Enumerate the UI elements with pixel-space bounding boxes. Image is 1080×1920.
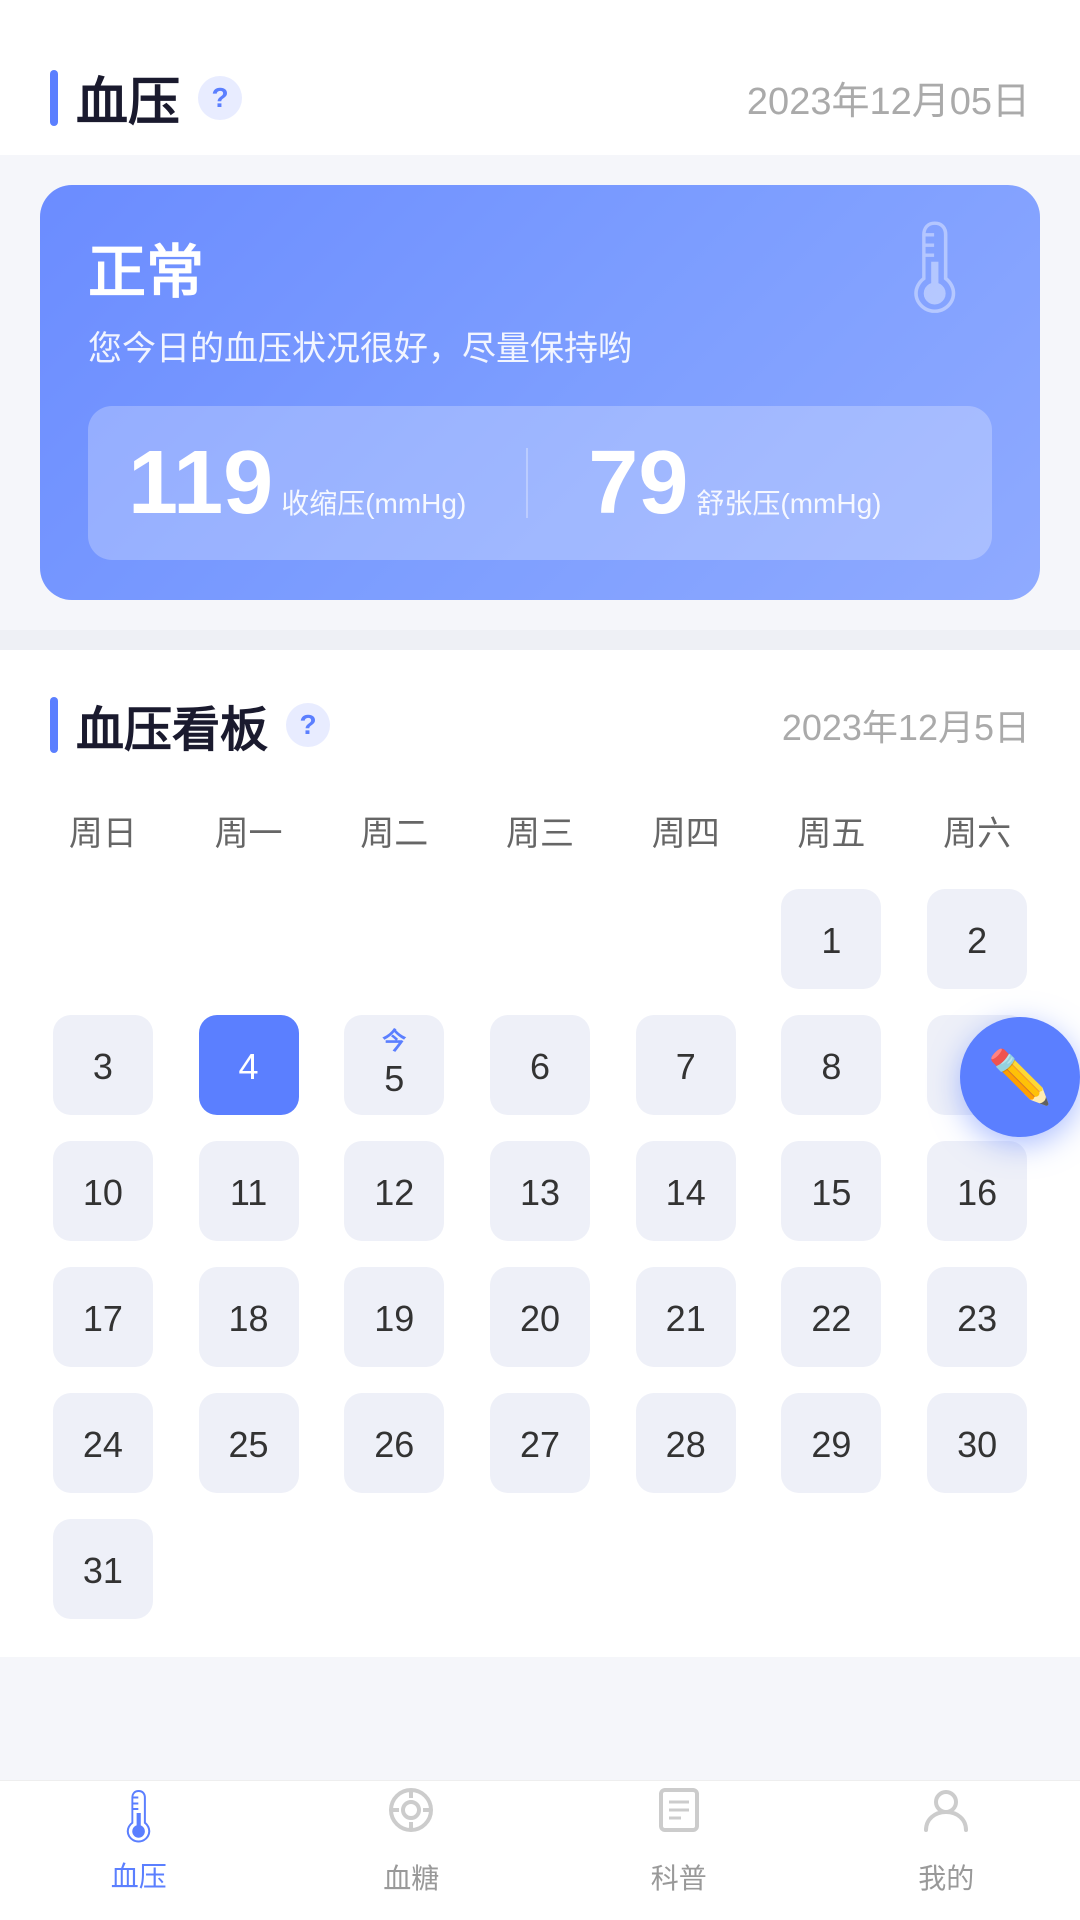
dashboard-help-icon[interactable]: ? bbox=[286, 703, 330, 747]
weekday-mon: 周一 bbox=[176, 790, 322, 871]
cal-day-14[interactable]: 14 bbox=[613, 1133, 759, 1259]
nav-label-bp: 血压 bbox=[111, 1855, 167, 1895]
cal-day-empty bbox=[613, 881, 759, 1007]
cal-day-empty bbox=[176, 881, 322, 1007]
bp-summary-card: 正常 您今日的血压状况很好，尽量保持哟 🌡 119 收缩压(mmHg) 79 舒… bbox=[40, 185, 1040, 600]
systolic-value: 119 收缩压(mmHg) bbox=[128, 438, 466, 528]
cal-day-4[interactable]: 4 bbox=[176, 1007, 322, 1133]
section-separator bbox=[0, 630, 1080, 650]
dashboard-accent-bar bbox=[50, 697, 58, 753]
weekday-wed: 周三 bbox=[467, 790, 613, 871]
bp-status-section: 正常 您今日的血压状况很好，尽量保持哟 bbox=[88, 225, 632, 370]
nav-label-glucose: 血糖 bbox=[383, 1857, 439, 1897]
diastolic-label: 舒张压(mmHg) bbox=[696, 482, 881, 522]
cal-day-30[interactable]: 30 bbox=[904, 1385, 1050, 1511]
cal-day-13[interactable]: 13 bbox=[467, 1133, 613, 1259]
calendar-week-3: 10 11 12 13 14 15 16 bbox=[30, 1133, 1050, 1259]
cal-day-8[interactable]: 8 bbox=[759, 1007, 905, 1133]
cal-day-23[interactable]: 23 bbox=[904, 1259, 1050, 1385]
cal-day-empty bbox=[904, 1511, 1050, 1637]
diastolic-number: 79 bbox=[588, 438, 688, 528]
systolic-label: 收缩压(mmHg) bbox=[281, 482, 466, 522]
bp-nav-icon: 🌡 bbox=[106, 1786, 172, 1847]
bottom-navigation: 🌡 血压 血糖 科普 bbox=[0, 1780, 1080, 1920]
fab-add-button[interactable]: ✏️ bbox=[960, 1017, 1080, 1137]
help-icon[interactable]: ? bbox=[198, 76, 242, 120]
weekday-sun: 周日 bbox=[30, 790, 176, 871]
cal-day-20[interactable]: 20 bbox=[467, 1259, 613, 1385]
diastolic-value: 79 舒张压(mmHg) bbox=[588, 438, 881, 528]
cal-day-empty bbox=[30, 881, 176, 1007]
weekday-sat: 周六 bbox=[904, 790, 1050, 871]
nav-item-profile[interactable]: 我的 bbox=[918, 1784, 974, 1897]
header-left: 血压 ? bbox=[50, 60, 242, 135]
cal-day-25[interactable]: 25 bbox=[176, 1385, 322, 1511]
cal-day-29[interactable]: 29 bbox=[759, 1385, 905, 1511]
cal-day-24[interactable]: 24 bbox=[30, 1385, 176, 1511]
cal-day-16[interactable]: 16 bbox=[904, 1133, 1050, 1259]
weekday-tue: 周二 bbox=[321, 790, 467, 871]
cal-day-10[interactable]: 10 bbox=[30, 1133, 176, 1259]
cal-day-empty bbox=[467, 881, 613, 1007]
cal-day-empty bbox=[321, 881, 467, 1007]
cal-day-12[interactable]: 12 bbox=[321, 1133, 467, 1259]
cal-day-22[interactable]: 22 bbox=[759, 1259, 905, 1385]
cal-day-17[interactable]: 17 bbox=[30, 1259, 176, 1385]
weekday-header: 周日 周一 周二 周三 周四 周五 周六 bbox=[30, 790, 1050, 871]
cal-day-empty bbox=[613, 1511, 759, 1637]
nav-item-glucose[interactable]: 血糖 bbox=[383, 1784, 439, 1897]
systolic-number: 119 bbox=[128, 438, 273, 528]
bp-values-divider bbox=[526, 448, 528, 518]
accent-bar bbox=[50, 70, 58, 126]
thermometer-icon: 🌡 bbox=[878, 215, 992, 320]
bp-values-box: 119 收缩压(mmHg) 79 舒张压(mmHg) bbox=[88, 406, 992, 560]
calendar-week-1: 1 2 bbox=[30, 881, 1050, 1007]
nav-label-science: 科普 bbox=[651, 1857, 707, 1897]
weekday-thu: 周四 bbox=[613, 790, 759, 871]
nav-item-bp[interactable]: 🌡 血压 bbox=[106, 1786, 172, 1895]
cal-day-27[interactable]: 27 bbox=[467, 1385, 613, 1511]
dashboard-date: 2023年12月5日 bbox=[782, 699, 1030, 751]
nav-item-science[interactable]: 科普 bbox=[651, 1784, 707, 1897]
cal-day-empty bbox=[176, 1511, 322, 1637]
science-nav-icon bbox=[653, 1784, 705, 1849]
dashboard-header: 血压看板 ? 2023年12月5日 bbox=[0, 650, 1080, 780]
cal-day-26[interactable]: 26 bbox=[321, 1385, 467, 1511]
bp-card-top: 正常 您今日的血压状况很好，尽量保持哟 🌡 bbox=[88, 225, 992, 370]
calendar-week-5: 24 25 26 27 28 29 30 bbox=[30, 1385, 1050, 1511]
cal-day-11[interactable]: 11 bbox=[176, 1133, 322, 1259]
cal-day-28[interactable]: 28 bbox=[613, 1385, 759, 1511]
bp-status-label: 正常 bbox=[88, 225, 632, 309]
cal-day-15[interactable]: 15 bbox=[759, 1133, 905, 1259]
page-title: 血压 bbox=[76, 60, 180, 135]
calendar-week-6: 31 bbox=[30, 1511, 1050, 1637]
profile-nav-icon bbox=[920, 1784, 972, 1849]
cal-day-19[interactable]: 19 bbox=[321, 1259, 467, 1385]
cal-day-18[interactable]: 18 bbox=[176, 1259, 322, 1385]
cal-day-empty bbox=[759, 1511, 905, 1637]
page-header: 血压 ? 2023年12月05日 bbox=[0, 0, 1080, 155]
cal-day-6[interactable]: 6 bbox=[467, 1007, 613, 1133]
dashboard-title: 血压看板 bbox=[76, 690, 268, 760]
nav-label-profile: 我的 bbox=[918, 1857, 974, 1897]
cal-day-2[interactable]: 2 bbox=[904, 881, 1050, 1007]
dashboard-left: 血压看板 ? bbox=[50, 690, 330, 760]
cal-day-1[interactable]: 1 bbox=[759, 881, 905, 1007]
cal-day-5-today[interactable]: 今5 bbox=[321, 1007, 467, 1133]
calendar-container: 周日 周一 周二 周三 周四 周五 周六 1 2 3 4 今5 6 7 8 bbox=[0, 780, 1080, 1657]
pencil-icon: ✏️ bbox=[988, 1047, 1053, 1108]
header-date: 2023年12月05日 bbox=[747, 70, 1030, 125]
calendar-week-4: 17 18 19 20 21 22 23 bbox=[30, 1259, 1050, 1385]
cal-day-21[interactable]: 21 bbox=[613, 1259, 759, 1385]
cal-day-empty bbox=[321, 1511, 467, 1637]
cal-day-31[interactable]: 31 bbox=[30, 1511, 176, 1637]
cal-day-3[interactable]: 3 bbox=[30, 1007, 176, 1133]
cal-day-empty bbox=[467, 1511, 613, 1637]
bp-description: 您今日的血压状况很好，尽量保持哟 bbox=[88, 321, 632, 370]
cal-day-7[interactable]: 7 bbox=[613, 1007, 759, 1133]
cal-day-9[interactable]: 9 ✏️ bbox=[904, 1007, 1050, 1133]
weekday-fri: 周五 bbox=[759, 790, 905, 871]
glucose-nav-icon bbox=[385, 1784, 437, 1849]
calendar-week-2: 3 4 今5 6 7 8 9 ✏️ bbox=[30, 1007, 1050, 1133]
